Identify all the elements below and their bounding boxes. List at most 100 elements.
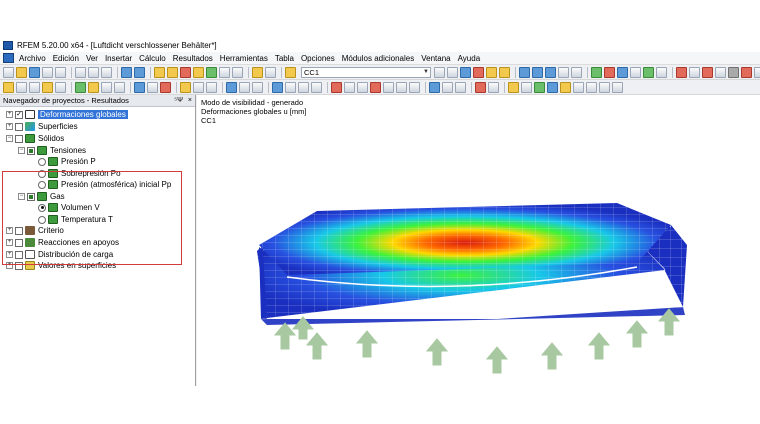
menu-opciones[interactable]: Opciones xyxy=(301,54,335,63)
new-file-icon[interactable] xyxy=(3,66,14,78)
coordinate-system-icon[interactable] xyxy=(272,81,283,93)
extrude-icon[interactable] xyxy=(409,81,420,93)
view-x-icon[interactable] xyxy=(519,66,530,78)
opening-icon[interactable] xyxy=(741,66,752,78)
menu-ayuda[interactable]: Ayuda xyxy=(458,54,481,63)
previous-load-case-icon[interactable] xyxy=(434,66,445,78)
result-filter-icon[interactable] xyxy=(180,81,191,93)
tools-icon[interactable] xyxy=(521,81,532,93)
isometric-icon[interactable] xyxy=(558,66,569,78)
print-graphic-icon[interactable] xyxy=(55,66,66,78)
surface-icon[interactable] xyxy=(715,66,726,78)
values-icon[interactable] xyxy=(486,66,497,78)
color-scale-icon[interactable] xyxy=(604,66,615,78)
tree-item-tensiones[interactable]: − Tensiones xyxy=(18,145,86,156)
section-view-icon[interactable] xyxy=(429,81,440,93)
dimension-icon[interactable] xyxy=(55,81,66,93)
deformation-icon[interactable] xyxy=(473,66,484,78)
check-icon[interactable] xyxy=(206,66,217,78)
menu-archivo[interactable]: Archivo xyxy=(19,54,46,63)
mirror-icon[interactable] xyxy=(357,81,368,93)
tree-item-deformaciones-globales[interactable]: + ✓ Deformaciones globales xyxy=(6,109,128,120)
results-icon[interactable] xyxy=(180,66,191,78)
solid-icon[interactable] xyxy=(643,66,654,78)
hinge-icon[interactable] xyxy=(88,81,99,93)
pointer-icon[interactable] xyxy=(3,81,14,93)
menu-herramientas[interactable]: Herramientas xyxy=(220,54,268,63)
menu-ventana[interactable]: Ventana xyxy=(421,54,450,63)
window-icon[interactable] xyxy=(265,66,276,78)
collapse-icon[interactable]: − xyxy=(18,147,25,154)
export-icon[interactable] xyxy=(547,81,558,93)
dxf-icon[interactable] xyxy=(298,81,309,93)
graphics-print-icon[interactable] xyxy=(573,81,584,93)
display-properties-icon[interactable] xyxy=(455,81,466,93)
menu-edicion[interactable]: Edición xyxy=(53,54,79,63)
result-combination-icon[interactable] xyxy=(193,81,204,93)
open-file-icon[interactable] xyxy=(16,66,27,78)
redo-icon[interactable] xyxy=(134,66,145,78)
cut-icon[interactable] xyxy=(75,66,86,78)
collapse-icon[interactable]: − xyxy=(6,135,13,142)
release-icon[interactable] xyxy=(101,81,112,93)
zoom-all-icon[interactable] xyxy=(571,66,582,78)
chevron-down-icon[interactable]: ▼ xyxy=(423,68,429,77)
support-icon[interactable] xyxy=(75,81,86,93)
paste-icon[interactable] xyxy=(101,66,112,78)
load-case-combo[interactable]: CC1 ▼ xyxy=(301,66,431,78)
section-icon[interactable] xyxy=(499,66,510,78)
checkbox-checked[interactable]: ✓ xyxy=(15,110,23,119)
render-icon[interactable] xyxy=(591,66,602,78)
rotate-icon[interactable] xyxy=(344,81,355,93)
checkbox[interactable] xyxy=(15,122,23,131)
tree-item-solidos[interactable]: − Sólidos xyxy=(6,133,64,144)
undo-icon[interactable] xyxy=(121,66,132,78)
line-icon[interactable] xyxy=(689,66,700,78)
menu-modulos-adicionales[interactable]: Módulos adicionales xyxy=(342,54,415,63)
radio-button[interactable] xyxy=(38,157,46,166)
move-icon[interactable] xyxy=(331,81,342,93)
guide-line-icon[interactable] xyxy=(285,81,296,93)
color-icon[interactable] xyxy=(475,81,486,93)
menu-calculo[interactable]: Cálculo xyxy=(139,54,166,63)
dialog-icon[interactable] xyxy=(508,81,519,93)
graphics-view[interactable]: Modo de visibilidad - generado Deformaci… xyxy=(197,95,760,386)
pin-icon[interactable]: ⁵Ψ xyxy=(174,95,183,107)
help-icon[interactable] xyxy=(612,81,623,93)
divide-icon[interactable] xyxy=(383,81,394,93)
tree-item-presion-p[interactable]: Presión P xyxy=(38,156,96,167)
node-icon[interactable] xyxy=(676,66,687,78)
visibility-icon[interactable] xyxy=(311,81,322,93)
load-wizard-icon[interactable] xyxy=(147,81,158,93)
generate-mesh-icon[interactable] xyxy=(239,81,250,93)
model-check-icon[interactable] xyxy=(226,81,237,93)
calculate-icon[interactable] xyxy=(167,66,178,78)
more-icon[interactable] xyxy=(599,81,610,93)
scale-icon[interactable] xyxy=(370,81,381,93)
next-load-case-icon[interactable] xyxy=(447,66,458,78)
measure-icon[interactable] xyxy=(42,81,53,93)
checkbox-partial[interactable] xyxy=(27,146,35,155)
wireframe-icon[interactable] xyxy=(617,66,628,78)
lighting-icon[interactable] xyxy=(656,66,667,78)
results-view-icon[interactable] xyxy=(460,66,471,78)
imposed-deformation-icon[interactable] xyxy=(160,81,171,93)
menu-ver[interactable]: Ver xyxy=(86,54,98,63)
solid-tool-icon[interactable] xyxy=(728,66,739,78)
pencil-icon[interactable] xyxy=(488,81,499,93)
save-icon[interactable] xyxy=(29,66,40,78)
view-y-icon[interactable] xyxy=(532,66,543,78)
close-icon[interactable]: × xyxy=(188,95,192,107)
grid-icon[interactable] xyxy=(754,66,760,78)
tree-item-superficies[interactable]: + Superficies xyxy=(6,121,78,132)
panel-icon[interactable] xyxy=(252,66,263,78)
menu-resultados[interactable]: Resultados xyxy=(173,54,213,63)
report-icon[interactable] xyxy=(560,81,571,93)
settings-icon[interactable] xyxy=(586,81,597,93)
menu-insertar[interactable]: Insertar xyxy=(105,54,132,63)
snap-icon[interactable] xyxy=(29,81,40,93)
load-case-icon[interactable] xyxy=(285,66,296,78)
transparency-icon[interactable] xyxy=(630,66,641,78)
checkbox[interactable] xyxy=(15,134,23,143)
document-menu-icon[interactable] xyxy=(3,53,14,63)
